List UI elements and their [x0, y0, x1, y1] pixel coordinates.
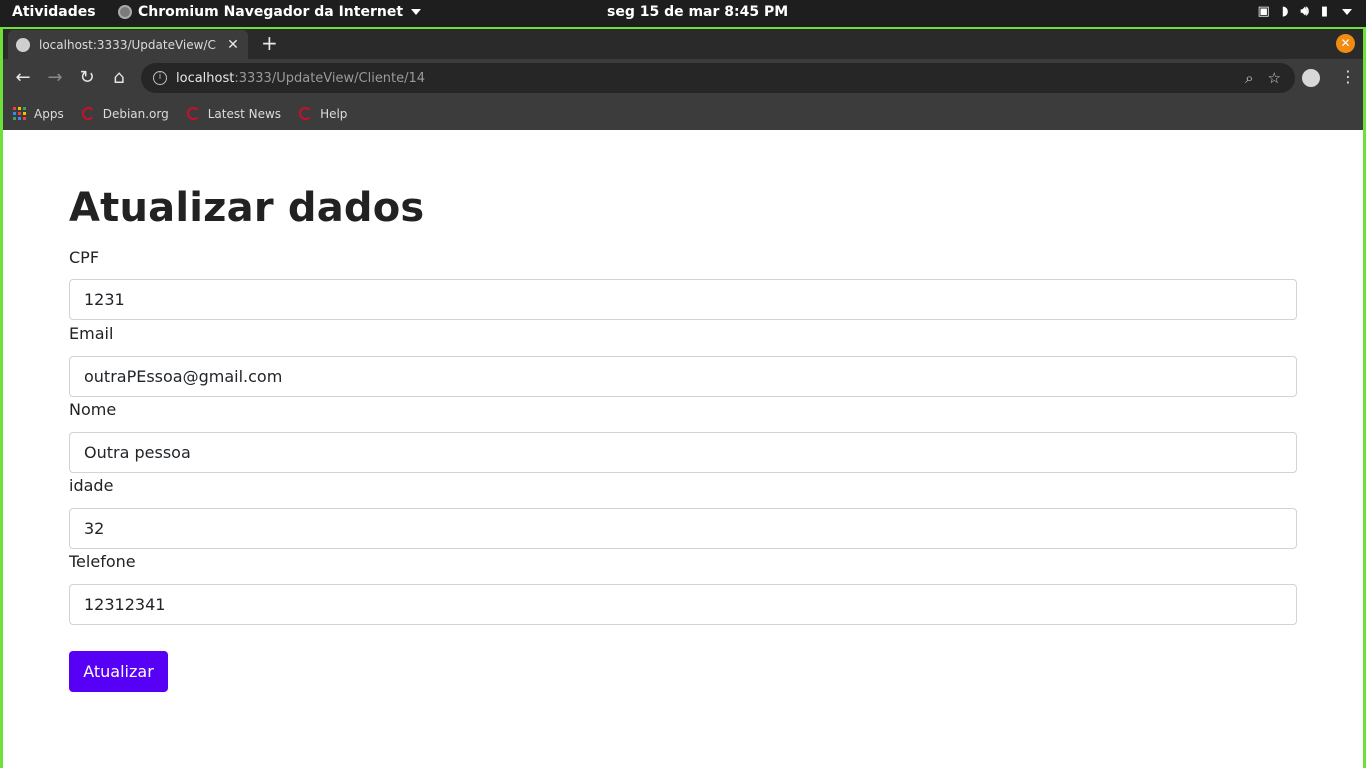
battery-icon: ▮ — [1320, 4, 1328, 19]
telefone-label: Telefone — [69, 552, 136, 571]
url-path: :3333/UpdateView/Cliente/14 — [234, 70, 426, 86]
home-icon[interactable]: ⌂ — [108, 67, 130, 89]
bookmarks-bar: Apps Debian.org Latest News Help — [3, 97, 1363, 130]
chevron-down-icon — [411, 9, 422, 15]
apps-grid-icon — [13, 107, 26, 120]
volume-icon: 🔊︎ — [1300, 4, 1309, 19]
tab-strip: localhost:3333/UpdateView/C ✕ + ✕ — [3, 29, 1363, 59]
globe-icon — [16, 37, 30, 52]
bookmark-label: Latest News — [207, 106, 282, 121]
bookmark-help[interactable]: Help — [299, 107, 347, 121]
url-host: localhost — [176, 70, 235, 86]
browser-toolbar: ← → ↻ ⌂ i localhost:3333/UpdateView/Clie… — [3, 59, 1363, 97]
new-tab-button[interactable]: + — [261, 33, 278, 53]
tab-update-view[interactable]: localhost:3333/UpdateView/C ✕ — [8, 30, 248, 59]
system-top-bar: Atividades Chromium Navegador da Interne… — [0, 0, 1366, 27]
tab-title: localhost:3333/UpdateView/C — [39, 37, 216, 52]
update-button[interactable]: Atualizar — [69, 651, 168, 692]
cpf-field[interactable] — [69, 279, 1297, 320]
bookmark-apps[interactable]: Apps — [13, 107, 64, 121]
debian-icon — [81, 107, 95, 120]
window-close-button[interactable]: ✕ — [1336, 34, 1355, 53]
email-field[interactable] — [69, 356, 1297, 397]
activities-button[interactable]: Atividades — [12, 4, 96, 20]
page-title: Atualizar dados — [69, 185, 425, 231]
zoom-icon[interactable]: ⌕ — [1245, 69, 1253, 87]
telefone-field[interactable] — [69, 584, 1297, 625]
profile-avatar-icon[interactable] — [1302, 69, 1320, 87]
nome-field[interactable] — [69, 432, 1297, 473]
bookmark-label: Apps — [34, 106, 64, 121]
screen-icon: ▣ — [1257, 4, 1270, 19]
address-bar[interactable]: i localhost:3333/UpdateView/Cliente/14 ⌕… — [141, 63, 1295, 93]
wifi-icon: ◗ — [1281, 4, 1289, 19]
idade-label: idade — [69, 476, 114, 495]
chromium-icon — [118, 5, 132, 19]
back-arrow-icon[interactable]: ← — [12, 67, 34, 89]
site-info-icon[interactable]: i — [153, 71, 167, 85]
reload-icon[interactable]: ↻ — [76, 67, 98, 89]
page-content: Atualizar dados CPF Email Nome idade Tel… — [3, 130, 1363, 768]
bookmark-latest-news[interactable]: Latest News — [186, 106, 282, 121]
idade-field[interactable] — [69, 508, 1297, 549]
app-menu-label: Chromium Navegador da Internet — [138, 4, 404, 20]
bookmark-debian[interactable]: Debian.org — [81, 106, 169, 121]
close-tab-icon[interactable]: ✕ — [226, 37, 240, 53]
menu-kebab-icon[interactable]: ⋮ — [1340, 67, 1356, 87]
chevron-down-icon — [1342, 8, 1352, 15]
bookmark-label: Debian.org — [102, 106, 169, 121]
browser-window: localhost:3333/UpdateView/C ✕ + ✕ ← → ↻ … — [0, 27, 1366, 768]
app-menu[interactable]: Chromium Navegador da Internet — [118, 4, 422, 20]
debian-icon — [299, 107, 313, 120]
bookmark-label: Help — [320, 106, 348, 121]
clock[interactable]: seg 15 de mar 8:45 PM — [607, 4, 788, 20]
cpf-label: CPF — [69, 248, 100, 267]
forward-arrow-icon[interactable]: → — [44, 67, 66, 89]
debian-icon — [186, 107, 200, 120]
nome-label: Nome — [69, 400, 117, 419]
bookmark-star-icon[interactable]: ☆ — [1268, 69, 1281, 87]
email-label: Email — [69, 324, 114, 343]
system-tray[interactable]: ▣ ◗ 🔊︎ ▮ — [1257, 4, 1352, 19]
